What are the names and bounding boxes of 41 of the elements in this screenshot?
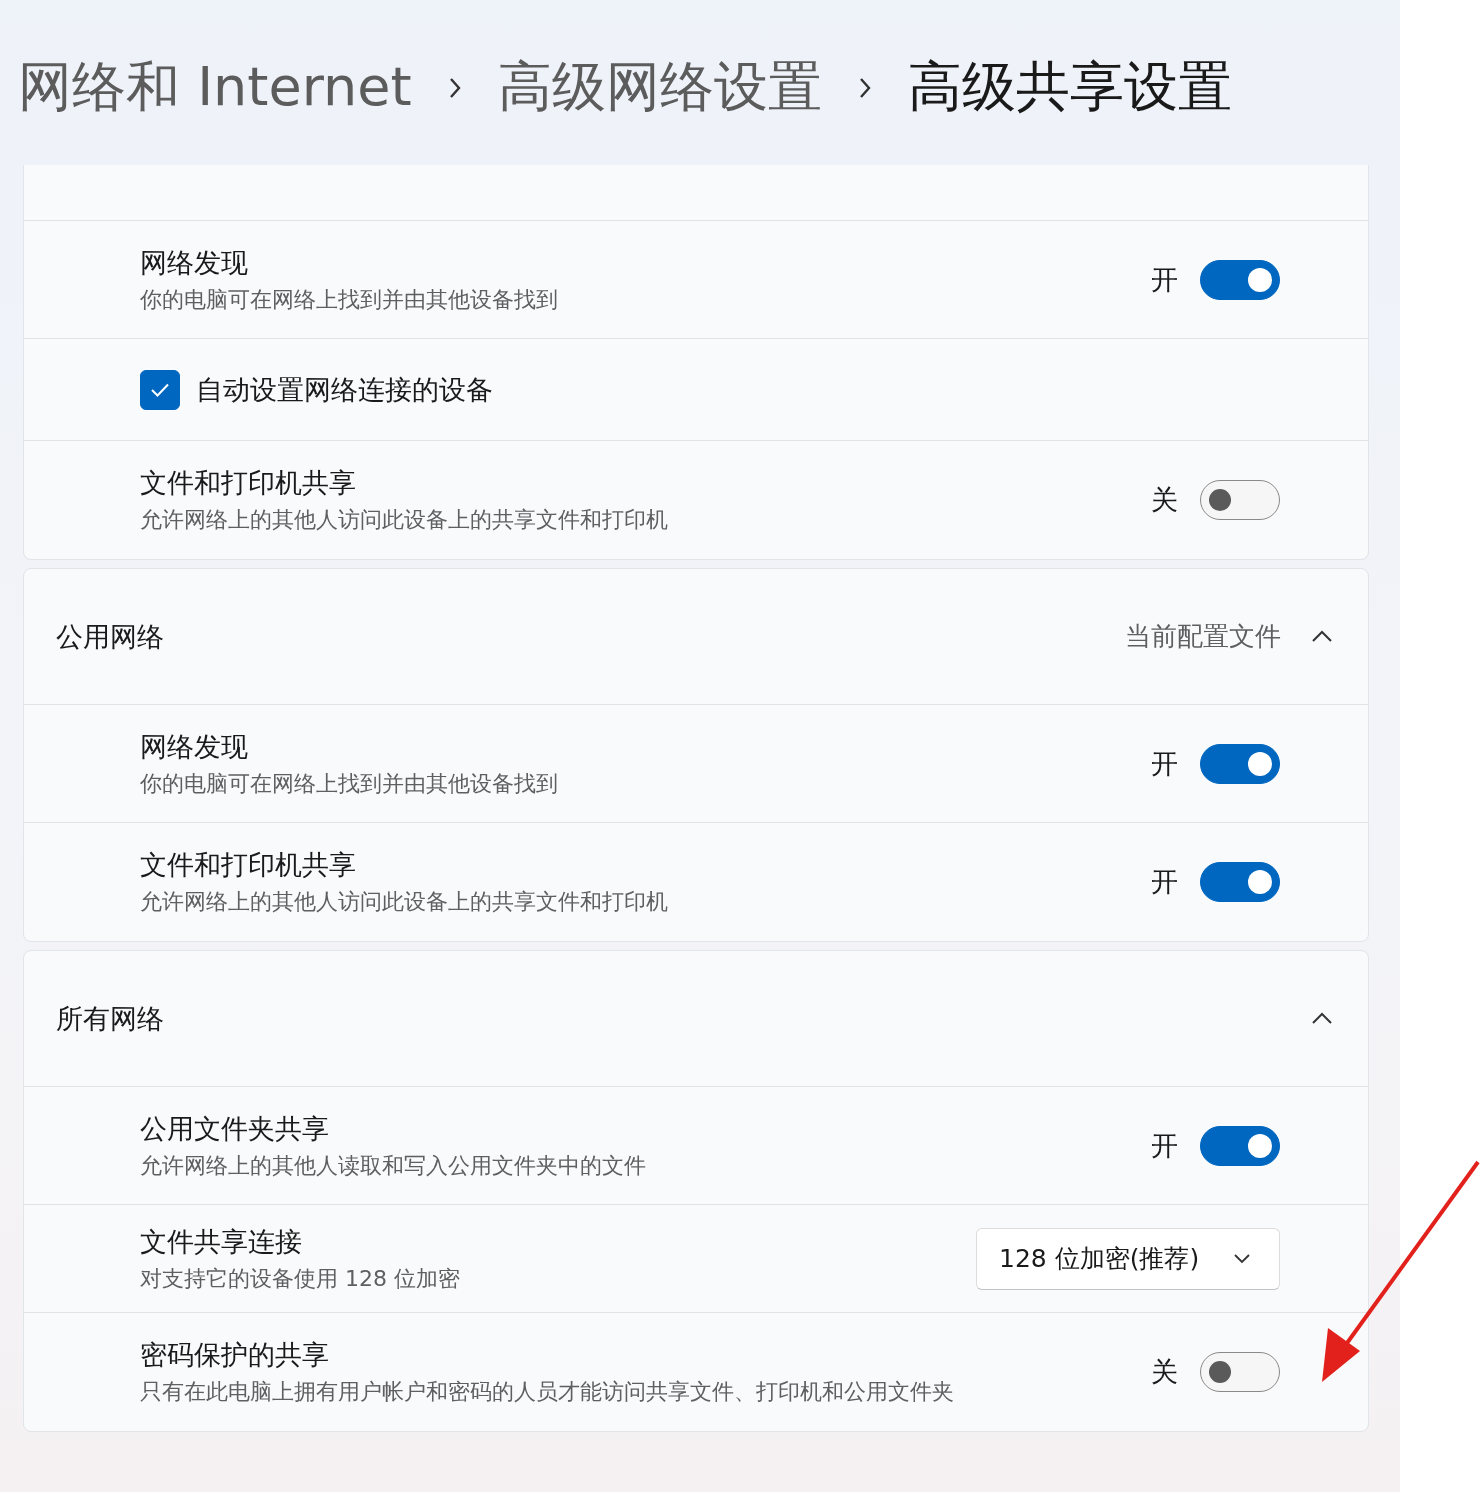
toggle-state-label: 关 bbox=[1151, 483, 1178, 517]
setting-title: 文件和打印机共享 bbox=[140, 848, 357, 882]
setting-description: 只有在此电脑上拥有用户帐户和密码的人员才能访问共享文件、打印机和公用文件夹 bbox=[140, 1378, 954, 1406]
toggle-switch[interactable] bbox=[1200, 259, 1280, 300]
chevron-right-icon bbox=[857, 76, 872, 99]
setting-title: 密码保护的共享 bbox=[140, 1338, 330, 1372]
toggle-switch[interactable] bbox=[1200, 1125, 1280, 1166]
setting-description: 你的电脑可在网络上找到并由其他设备找到 bbox=[140, 769, 558, 798]
encryption-dropdown[interactable]: 128 位加密(推荐) bbox=[976, 1227, 1280, 1290]
breadcrumb-item[interactable]: 高级网络设置 bbox=[497, 51, 822, 124]
chevron-down-icon bbox=[1233, 1253, 1251, 1264]
toggle-state-label: 开 bbox=[1151, 865, 1178, 899]
checkbox-label: 自动设置网络连接的设备 bbox=[196, 372, 493, 407]
breadcrumb-item[interactable]: 网络和 Internet bbox=[18, 51, 412, 124]
toggle-switch[interactable] bbox=[1200, 480, 1280, 520]
toggle-state-label: 开 bbox=[1151, 746, 1178, 781]
section-title: 所有网络 bbox=[56, 1001, 164, 1036]
setting-description: 允许网络上的其他人访问此设备上的共享文件和打印机 bbox=[140, 506, 668, 534]
toggle-state-label: 关 bbox=[1151, 1355, 1178, 1389]
setting-description: 你的电脑可在网络上找到并由其他设备找到 bbox=[140, 285, 558, 314]
chevron-up-icon[interactable] bbox=[1311, 629, 1333, 644]
setting-title: 公用文件夹共享 bbox=[140, 1111, 330, 1146]
toggle-state-label: 开 bbox=[1151, 262, 1178, 297]
toggle-switch[interactable] bbox=[1200, 743, 1280, 784]
chevron-right-icon bbox=[447, 76, 462, 99]
checkbox[interactable] bbox=[140, 369, 180, 410]
setting-title: 文件共享连接 bbox=[140, 1224, 303, 1259]
setting-description: 对支持它的设备使用 128 位加密 bbox=[140, 1264, 460, 1293]
toggle-switch[interactable] bbox=[1200, 862, 1280, 902]
setting-title: 网络发现 bbox=[140, 729, 249, 764]
profile-status: 当前配置文件 bbox=[1125, 620, 1281, 653]
checkmark-icon bbox=[150, 381, 170, 398]
breadcrumb-item: 高级共享设置 bbox=[907, 54, 1232, 120]
chevron-up-icon[interactable] bbox=[1311, 1011, 1333, 1026]
setting-description: 允许网络上的其他人读取和写入公用文件夹中的文件 bbox=[140, 1151, 646, 1180]
section-title: 公用网络 bbox=[56, 619, 164, 654]
setting-title: 网络发现 bbox=[140, 245, 249, 280]
toggle-state-label: 开 bbox=[1151, 1128, 1178, 1163]
toggle-switch[interactable] bbox=[1200, 1352, 1280, 1392]
setting-description: 允许网络上的其他人访问此设备上的共享文件和打印机 bbox=[140, 888, 668, 916]
setting-title: 文件和打印机共享 bbox=[140, 466, 357, 500]
